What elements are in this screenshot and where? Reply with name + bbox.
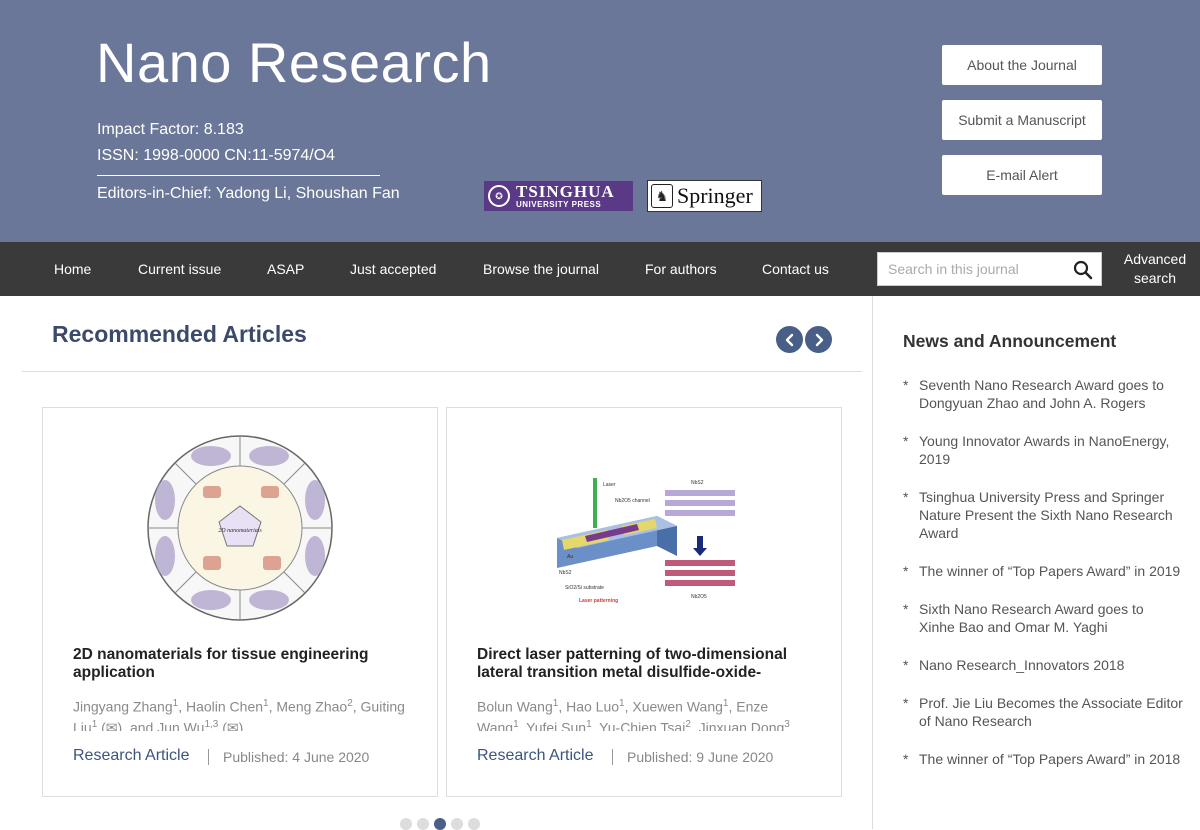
nav-just-accepted[interactable]: Just accepted: [350, 242, 436, 296]
news-item[interactable]: * Tsinghua University Press and Springer …: [903, 488, 1183, 542]
section-title: Recommended Articles: [52, 321, 307, 347]
svg-text:Nb2O5 channel: Nb2O5 channel: [615, 498, 650, 504]
chevron-left-icon: [785, 333, 793, 346]
search-icon[interactable]: [1073, 260, 1093, 280]
carousel-dot[interactable]: [468, 818, 480, 830]
bullet-star-icon: *: [903, 489, 909, 505]
news-item[interactable]: * Sixth Nano Research Award goes to Xinhe…: [903, 600, 1183, 636]
nav-current-issue[interactable]: Current issue: [138, 242, 221, 296]
svg-text:Nb2O5: Nb2O5: [691, 594, 707, 600]
news-sidebar: News and Announcement * Seventh Nano Rese…: [872, 296, 1200, 829]
main-nav: Home Current issue ASAP Just accepted Br…: [0, 242, 1200, 296]
issn-info: ISSN: 1998-0000 CN:11-5974/O4: [97, 147, 336, 164]
divider: [208, 749, 209, 765]
tsinghua-press-logo[interactable]: ✪ TSINGHUA UNIVERSITY PRESS: [484, 181, 633, 211]
carousel-dot[interactable]: [400, 818, 412, 830]
nav-for-authors[interactable]: For authors: [645, 242, 717, 296]
chess-knight-icon: ♞: [651, 184, 673, 208]
main-content: Recommended Articles 2D nanomaterials 2D…: [0, 296, 872, 830]
impact-factor: Impact Factor: 8.183: [97, 121, 244, 138]
journal-title[interactable]: Nano Research: [96, 30, 492, 95]
article-authors: Bolun Wang1, Hao Luo1, Xuewen Wang1, Enz…: [477, 698, 794, 731]
sidebar-title: News and Announcement: [903, 331, 1117, 351]
article-title[interactable]: Direct laser patterning of two-dimension…: [477, 646, 817, 682]
svg-text:SiO2/Si substrate: SiO2/Si substrate: [565, 585, 604, 591]
svg-text:Laser patterning: Laser patterning: [579, 598, 618, 604]
article-type-link[interactable]: Research Article: [477, 747, 594, 765]
chevron-right-icon: [815, 333, 823, 346]
carousel-dot[interactable]: [417, 818, 429, 830]
svg-text:Laser: Laser: [603, 482, 616, 488]
svg-text:NbS2: NbS2: [691, 480, 704, 486]
news-item[interactable]: * Young Innovator Awards in NanoEnergy, 2…: [903, 432, 1183, 468]
nav-home[interactable]: Home: [54, 242, 91, 296]
article-authors: Jingyang Zhang1, Haolin Chen1, Meng Zhao…: [73, 698, 405, 731]
divider: [612, 749, 613, 765]
search-input[interactable]: [878, 253, 1068, 285]
search-box: [877, 252, 1102, 286]
submit-manuscript-button[interactable]: Submit a Manuscript: [942, 100, 1102, 140]
site-header: Nano Research Impact Factor: 8.183 ISSN:…: [0, 0, 1200, 242]
bullet-star-icon: *: [903, 433, 909, 449]
news-item[interactable]: * The winner of “Top Papers Award” in 201…: [903, 750, 1183, 768]
divider: [97, 175, 380, 176]
divider: [22, 371, 862, 372]
editors-in-chief: Editors-in-Chief: Yadong Li, Shoushan Fa…: [97, 185, 400, 202]
svg-text:NbS2: NbS2: [559, 570, 572, 576]
advanced-search-link[interactable]: Advanced search: [1112, 250, 1198, 288]
news-item[interactable]: * Prof. Jie Liu Becomes the Associate Edi…: [903, 694, 1183, 730]
bullet-star-icon: *: [903, 657, 909, 673]
bullet-star-icon: *: [903, 751, 909, 767]
springer-logo[interactable]: ♞ Springer: [647, 180, 762, 212]
publish-date: Published: 4 June 2020: [223, 749, 370, 765]
carousel-pagination: [400, 818, 480, 830]
article-title[interactable]: 2D nanomaterials for tissue engineering …: [73, 646, 413, 682]
svg-text:2D nanomaterials: 2D nanomaterials: [218, 528, 262, 534]
news-item[interactable]: * Nano Research_Innovators 2018: [903, 656, 1183, 674]
news-item[interactable]: * The winner of “Top Papers Award” in 201…: [903, 562, 1183, 580]
carousel-next-button[interactable]: [805, 326, 832, 353]
bullet-star-icon: *: [903, 563, 909, 579]
bullet-star-icon: *: [903, 695, 909, 711]
article-figure-image[interactable]: 2D nanomaterials: [43, 428, 437, 628]
nav-asap[interactable]: ASAP: [267, 242, 304, 296]
article-card[interactable]: 2D nanomaterials 2D nanomaterials for ti…: [42, 407, 438, 797]
email-alert-button[interactable]: E-mail Alert: [942, 155, 1102, 195]
carousel-dot-active[interactable]: [434, 818, 446, 830]
article-type-link[interactable]: Research Article: [73, 747, 190, 765]
bullet-star-icon: *: [903, 601, 909, 617]
nav-contact-us[interactable]: Contact us: [762, 242, 829, 296]
article-figure-image[interactable]: Laser Nb2O5 channel Au NbS2 SiO2/Si subs…: [447, 428, 841, 628]
article-card[interactable]: Laser Nb2O5 channel Au NbS2 SiO2/Si subs…: [446, 407, 842, 797]
news-item[interactable]: * Seventh Nano Research Award goes to Don…: [903, 376, 1183, 412]
nav-browse-journal[interactable]: Browse the journal: [483, 242, 599, 296]
carousel-dot[interactable]: [451, 818, 463, 830]
tsinghua-logo-subtext: UNIVERSITY PRESS: [516, 200, 602, 209]
carousel-prev-button[interactable]: [776, 326, 803, 353]
bullet-star-icon: *: [903, 377, 909, 393]
springer-logo-text: Springer: [677, 183, 753, 208]
svg-text:Au: Au: [567, 554, 573, 560]
about-journal-button[interactable]: About the Journal: [942, 45, 1102, 85]
tsinghua-seal-icon: ✪: [488, 185, 510, 207]
publish-date: Published: 9 June 2020: [627, 749, 774, 765]
tsinghua-logo-text: TSINGHUA: [516, 182, 615, 201]
news-list: * Seventh Nano Research Award goes to Don…: [903, 376, 1183, 788]
